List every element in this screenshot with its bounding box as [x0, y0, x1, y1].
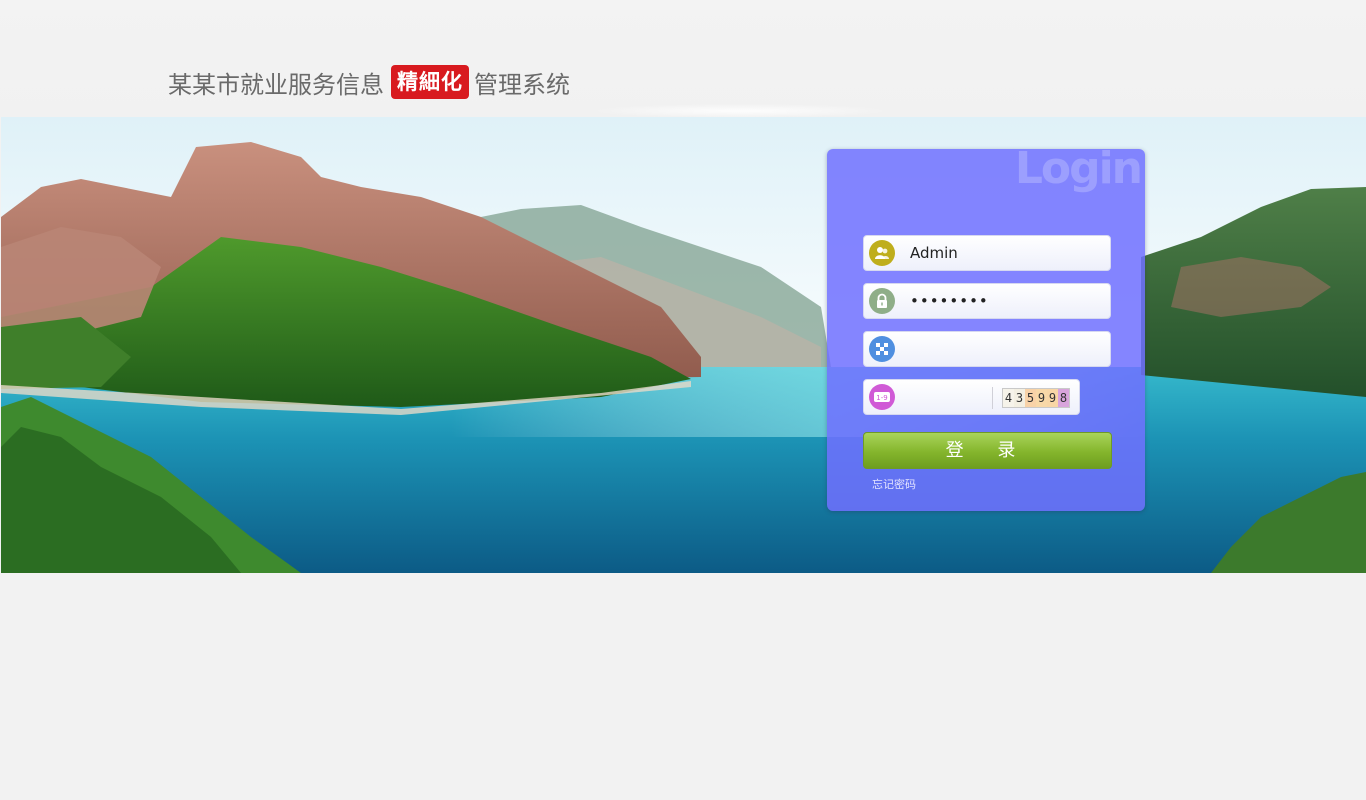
- code-field[interactable]: [863, 331, 1111, 367]
- captcha-char: 9: [1047, 389, 1058, 407]
- password-value: ••••••••: [910, 292, 989, 310]
- login-panel: Login Admin •••••••• 1-9 4 3 5 9 9 8 登 录…: [827, 143, 1145, 511]
- username-field[interactable]: Admin: [863, 235, 1111, 271]
- captcha-char: 8: [1058, 389, 1069, 407]
- svg-text:1-9: 1-9: [876, 394, 887, 402]
- grid-code-icon: [869, 336, 895, 362]
- captcha-char: 9: [1036, 389, 1047, 407]
- title-suffix: 管理系统: [474, 70, 570, 99]
- captcha-field[interactable]: 1-9 4 3 5 9 9 8: [863, 379, 1080, 415]
- page-title: 某某市就业服务信息 精細化 管理系统: [168, 62, 570, 102]
- login-button[interactable]: 登 录: [863, 432, 1112, 469]
- header: 某某市就业服务信息 精細化 管理系统: [0, 0, 1366, 118]
- landscape-illustration: [1, 117, 1366, 573]
- username-value: Admin: [910, 244, 958, 262]
- captcha-divider: [992, 387, 993, 409]
- login-watermark: Login: [1014, 143, 1143, 194]
- captcha-char: 4: [1003, 389, 1014, 407]
- captcha-char: 3: [1014, 389, 1025, 407]
- captcha-char: 5: [1025, 389, 1036, 407]
- forgot-password-link[interactable]: 忘记密码: [872, 476, 916, 492]
- header-shine: [590, 104, 890, 118]
- title-prefix: 某某市就业服务信息: [168, 70, 384, 99]
- lock-icon: [869, 288, 895, 314]
- title-badge: 精細化: [391, 65, 469, 99]
- login-page: 某某市就业服务信息 精細化 管理系统 Login Admin •••••••• …: [0, 0, 1366, 800]
- user-icon: [869, 240, 895, 266]
- landscape-banner: [1, 117, 1366, 573]
- captcha-image[interactable]: 4 3 5 9 9 8: [1002, 388, 1070, 408]
- number-icon: 1-9: [869, 384, 895, 410]
- password-field[interactable]: ••••••••: [863, 283, 1111, 319]
